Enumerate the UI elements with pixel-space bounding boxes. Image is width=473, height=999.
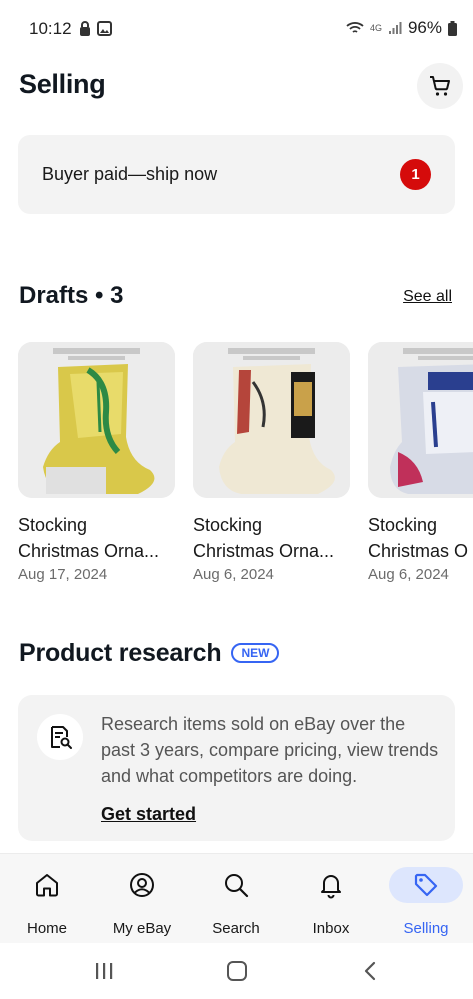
search-icon: [225, 874, 249, 898]
drafts-carousel[interactable]: Stocking Christmas Orna... Aug 17, 2024 …: [0, 342, 473, 592]
count-badge: 1: [400, 159, 431, 190]
draft-title: Stocking Christmas Orna...: [18, 512, 193, 564]
draft-title-line1: Stocking: [193, 515, 263, 535]
lock-notification-icon: [80, 21, 90, 36]
stocking-image: [368, 342, 473, 498]
status-notification-icons: [79, 21, 112, 37]
nav-label: My eBay: [112, 920, 172, 937]
battery-icon: [448, 20, 457, 36]
recent-apps-icon[interactable]: [94, 960, 114, 982]
new-badge: NEW: [231, 643, 280, 663]
status-right: 4G 96%: [346, 18, 457, 38]
nav-inbox[interactable]: Inbox: [291, 867, 371, 937]
draft-card[interactable]: Stocking Christmas Orna... Aug 17, 2024: [18, 342, 175, 583]
status-bar: 10:12 4G 96%: [0, 0, 473, 58]
user-circle-icon: [130, 873, 154, 897]
draft-title-line1: Stocking: [18, 515, 88, 535]
page-header: Selling: [0, 60, 473, 112]
draft-thumbnail: [368, 342, 473, 498]
product-research-title: Product research: [19, 638, 222, 667]
draft-card[interactable]: Stocking Christmas O Aug 6, 2024: [368, 342, 473, 583]
draft-card[interactable]: Stocking Christmas Orna... Aug 6, 2024: [193, 342, 350, 583]
draft-title-line2: Christmas O: [368, 541, 469, 561]
nav-icon-wrapper: [105, 867, 179, 903]
draft-date: Aug 6, 2024: [368, 566, 449, 583]
draft-thumbnail: [18, 342, 175, 498]
stocking-image: [193, 342, 350, 498]
draft-title-line2: Christmas Orna...: [193, 541, 335, 561]
research-icon-wrapper: [37, 714, 83, 760]
image-notification-icon: [97, 21, 112, 36]
nav-search[interactable]: Search: [196, 867, 276, 937]
draft-title-line2: Christmas Orna...: [18, 541, 160, 561]
see-all-link[interactable]: See all: [403, 288, 452, 306]
buyer-paid-ship-now-card[interactable]: Buyer paid—ship now 1: [18, 135, 455, 214]
wifi-icon: [346, 22, 364, 33]
nav-icon-wrapper: [389, 867, 463, 903]
product-research-card: Research items sold on eBay over the pas…: [18, 695, 455, 841]
nav-selling[interactable]: Selling: [386, 867, 466, 937]
draft-title: Stocking Christmas O: [368, 512, 473, 564]
bottom-navigation: Home My eBay Search Inbox Selling: [0, 853, 473, 943]
cart-icon: [430, 76, 450, 96]
nav-label: Home: [26, 920, 67, 937]
back-icon[interactable]: [361, 960, 379, 982]
signal-icon: [388, 22, 402, 34]
draft-date: Aug 6, 2024: [193, 566, 274, 583]
page-title: Selling: [19, 69, 106, 99]
drafts-title: Drafts • 3: [19, 282, 124, 309]
banner-text: Buyer paid—ship now: [42, 164, 218, 184]
status-time: 10:12: [29, 19, 72, 38]
nav-home[interactable]: Home: [7, 867, 87, 937]
home-icon: [36, 874, 58, 897]
battery-level: 96%: [407, 18, 442, 37]
get-started-link[interactable]: Get started: [101, 804, 196, 825]
network-type: 4G: [369, 23, 382, 33]
draft-title: Stocking Christmas Orna...: [193, 512, 368, 564]
nav-icon-wrapper: [294, 867, 368, 903]
cart-button[interactable]: [417, 63, 463, 109]
bell-icon: [321, 875, 341, 899]
nav-label: Search: [212, 920, 260, 937]
draft-title-line1: Stocking: [368, 515, 438, 535]
system-navigation-bar: [0, 943, 473, 999]
tag-icon: [414, 873, 438, 897]
nav-label: Inbox: [312, 920, 350, 937]
research-description: Research items sold on eBay over the pas…: [101, 714, 439, 786]
draft-date: Aug 17, 2024: [18, 566, 108, 583]
draft-thumbnail: [193, 342, 350, 498]
nav-my-ebay[interactable]: My eBay: [102, 867, 182, 937]
nav-label: Selling: [403, 920, 449, 937]
stocking-image: [18, 342, 175, 498]
home-button-icon[interactable]: [226, 960, 248, 982]
product-research-header: Product research NEW: [19, 636, 280, 670]
drafts-section-header: Drafts • 3 See all: [19, 281, 453, 315]
document-search-icon: [51, 726, 72, 749]
nav-icon-wrapper: [10, 867, 84, 903]
nav-icon-wrapper: [199, 867, 273, 903]
